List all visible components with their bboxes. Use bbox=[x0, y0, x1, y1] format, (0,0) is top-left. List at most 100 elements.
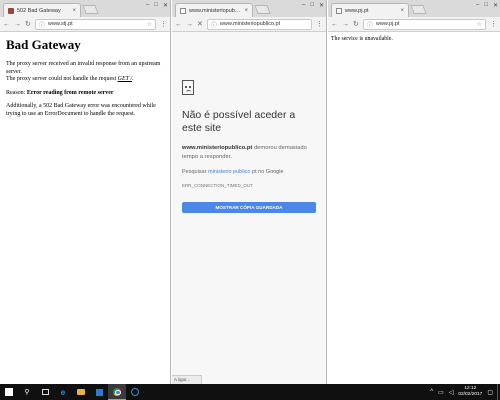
address-bar[interactable]: ⓘ www.stj.pt ☆ bbox=[34, 18, 156, 30]
forward-arrow-icon[interactable]: → bbox=[14, 21, 21, 28]
close-tab-icon[interactable]: × bbox=[72, 8, 76, 14]
window-controls: – □ ✕ bbox=[146, 2, 168, 9]
close-tab-icon[interactable]: × bbox=[400, 8, 404, 14]
stop-icon[interactable]: ✕ bbox=[197, 21, 203, 28]
reload-icon[interactable]: ↻ bbox=[353, 21, 359, 28]
page-favicon-icon bbox=[180, 7, 186, 14]
maximize-icon[interactable]: □ bbox=[310, 2, 314, 9]
page-info-icon[interactable]: ⓘ bbox=[39, 20, 45, 29]
menu-icon[interactable]: ⋮ bbox=[160, 21, 167, 28]
url-text: www.stj.pt bbox=[47, 21, 73, 27]
close-window-icon[interactable]: ✕ bbox=[493, 2, 498, 9]
error-host: www.ministeriopublico.pt bbox=[182, 145, 253, 152]
reason-line: Reason: Error reading from remote server bbox=[6, 90, 164, 98]
tab-ministeriopublico[interactable]: www.ministeriopublico.p × bbox=[175, 3, 253, 17]
menu-icon[interactable]: ⋮ bbox=[316, 21, 323, 28]
new-tab-button[interactable] bbox=[254, 5, 271, 14]
file-explorer-icon[interactable] bbox=[72, 384, 90, 400]
tab-title: www.ministeriopublico.p bbox=[189, 7, 241, 14]
maximize-icon[interactable]: □ bbox=[484, 2, 488, 9]
minimize-icon[interactable]: – bbox=[476, 2, 479, 9]
reload-icon[interactable]: ↻ bbox=[25, 21, 31, 28]
tab-502-bad-gateway[interactable]: 502 Bad Gateway × bbox=[3, 3, 81, 17]
browser-window-stj: 502 Bad Gateway × – □ ✕ ← → ↻ ⓘ www.stj.… bbox=[0, 0, 171, 384]
page-heading: Bad Gateway bbox=[6, 37, 81, 52]
error-page: Não é possível aceder a este site www.mi… bbox=[172, 32, 326, 384]
show-cached-copy-button[interactable]: MOSTRAR CÓPIA GUARDADA bbox=[182, 202, 316, 214]
sad-page-icon bbox=[182, 80, 194, 95]
bookmark-star-icon[interactable]: ☆ bbox=[477, 21, 482, 28]
url-text: www.ministeriopublico.pt bbox=[219, 21, 281, 27]
store-icon[interactable] bbox=[90, 384, 108, 400]
start-button[interactable] bbox=[0, 384, 18, 400]
reason-value: Error reading from remote server bbox=[26, 89, 114, 96]
browser-window-pj: www.pj.pt × – □ ✕ ← → ↻ ⓘ www.pj.pt ☆ ⋮ … bbox=[328, 0, 500, 384]
chrome-shape bbox=[113, 387, 121, 396]
new-tab-button[interactable] bbox=[82, 5, 99, 14]
page-content: Bad Gateway The proxy server received an… bbox=[0, 32, 170, 129]
close-window-icon[interactable]: ✕ bbox=[163, 2, 168, 9]
status-bubble: A ligar... bbox=[172, 375, 202, 384]
window-controls: – □ ✕ bbox=[302, 2, 324, 9]
page-info-icon[interactable]: ⓘ bbox=[211, 20, 217, 29]
paragraph-error-document: Additionally, a 502 Bad Gateway error wa… bbox=[6, 103, 156, 117]
task-view-shape bbox=[41, 389, 49, 395]
favicon-icon bbox=[8, 7, 14, 14]
windows-taskbar: ⚲ e ^ ▭ ◁ 12:12 02/02/2017 ▢ bbox=[0, 384, 500, 400]
suggestion-link[interactable]: ministerio publico bbox=[208, 169, 251, 175]
task-view-icon[interactable] bbox=[36, 384, 54, 400]
request-text: The proxy server could not handle the re… bbox=[6, 76, 118, 82]
address-bar[interactable]: ⓘ www.pj.pt ☆ bbox=[362, 18, 486, 30]
error-heading: Não é possível aceder a este site bbox=[182, 109, 296, 135]
clock-date: 02/02/2017 bbox=[458, 392, 483, 397]
period: . bbox=[132, 76, 134, 82]
folder-shape bbox=[77, 389, 85, 395]
paragraph-handle-request: The proxy server could not handle the re… bbox=[6, 76, 164, 84]
browser-window-ministeriopublico: www.ministeriopublico.p × – □ ✕ ← → ✕ ⓘ … bbox=[172, 0, 327, 384]
ie-icon[interactable] bbox=[126, 384, 144, 400]
maximize-icon[interactable]: □ bbox=[154, 2, 158, 9]
reason-label: Reason: bbox=[6, 89, 27, 96]
minimize-icon[interactable]: – bbox=[302, 2, 305, 9]
chrome-icon[interactable] bbox=[108, 384, 126, 400]
back-arrow-icon[interactable]: ← bbox=[331, 21, 338, 28]
close-window-icon[interactable]: ✕ bbox=[319, 2, 324, 9]
minimize-icon[interactable]: – bbox=[146, 2, 149, 9]
browser-toolbar: ← → ↻ ⓘ www.stj.pt ☆ ⋮ bbox=[0, 17, 170, 32]
chevron-up-icon[interactable]: ^ bbox=[430, 389, 433, 395]
window-controls: – □ ✕ bbox=[476, 2, 498, 9]
notifications-icon[interactable]: ▢ bbox=[487, 389, 493, 396]
menu-icon[interactable]: ⋮ bbox=[490, 21, 497, 28]
forward-arrow-icon[interactable]: → bbox=[342, 21, 349, 28]
edge-icon[interactable]: e bbox=[54, 384, 72, 400]
back-arrow-icon[interactable]: ← bbox=[175, 21, 182, 28]
search-suggestion: Pesquisar ministerio publico pt no Googl… bbox=[182, 169, 316, 175]
volume-icon[interactable]: ◁ bbox=[449, 389, 454, 396]
back-arrow-icon[interactable]: ← bbox=[3, 21, 10, 28]
suggestion-prefix: Pesquisar bbox=[182, 169, 208, 176]
windows-logo-icon bbox=[5, 388, 13, 396]
tab-strip: www.pj.pt × – □ ✕ bbox=[328, 0, 500, 17]
tab-title: www.pj.pt bbox=[345, 7, 369, 14]
browser-toolbar: ← → ✕ ⓘ www.ministeriopublico.pt ⋮ bbox=[172, 17, 326, 32]
tab-strip: www.ministeriopublico.p × – □ ✕ bbox=[172, 0, 326, 17]
bookmark-star-icon[interactable]: ☆ bbox=[147, 21, 152, 28]
url-text: www.pj.pt bbox=[375, 21, 400, 27]
error-code: ERR_CONNECTION_TIMED_OUT bbox=[182, 183, 253, 189]
close-tab-icon[interactable]: × bbox=[244, 8, 248, 14]
tab-pj[interactable]: www.pj.pt × bbox=[331, 3, 409, 17]
request-link[interactable]: GET / bbox=[118, 76, 132, 82]
forward-arrow-icon[interactable]: → bbox=[186, 21, 193, 28]
page-info-icon[interactable]: ⓘ bbox=[367, 20, 373, 29]
error-description: www.ministeriopublico.pt demorou demasia… bbox=[182, 144, 316, 161]
new-tab-button[interactable] bbox=[410, 5, 427, 14]
ie-shape bbox=[131, 388, 139, 396]
address-bar[interactable]: ⓘ www.ministeriopublico.pt bbox=[206, 18, 312, 30]
system-tray: ^ ▭ ◁ 12:12 02/02/2017 ▢ bbox=[430, 386, 497, 398]
search-icon[interactable]: ⚲ bbox=[18, 384, 36, 400]
page-favicon-icon bbox=[336, 7, 342, 14]
page-content: The service is unavailable. bbox=[331, 36, 393, 42]
clock[interactable]: 12:12 02/02/2017 bbox=[458, 386, 482, 398]
network-icon[interactable]: ▭ bbox=[438, 389, 444, 396]
store-shape bbox=[95, 388, 103, 396]
